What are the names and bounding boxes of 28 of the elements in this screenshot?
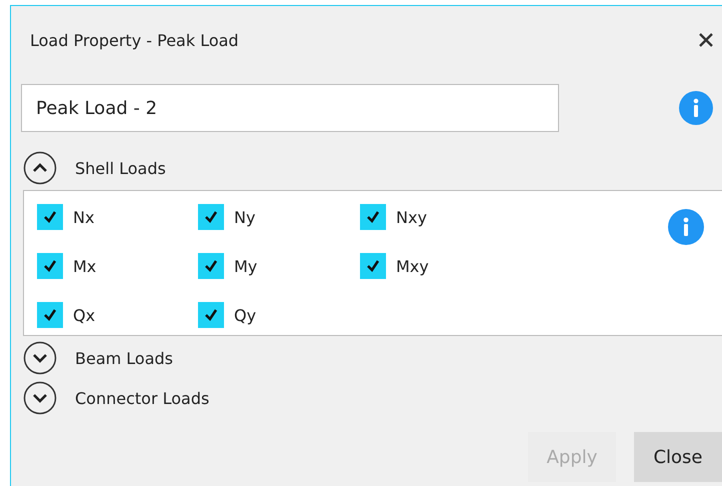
checkbox[interactable] [198, 253, 224, 279]
name-field[interactable]: Peak Load - 2 [21, 84, 559, 132]
section-label: Connector Loads [75, 388, 210, 408]
checkbox[interactable] [37, 204, 63, 230]
info-icon[interactable] [679, 91, 713, 125]
section-label: Beam Loads [75, 348, 174, 368]
section-label: Shell Loads [75, 158, 166, 178]
checkbox-label: Nx [73, 208, 94, 226]
checkbox[interactable] [198, 302, 224, 328]
checkbox-label: Ny [234, 208, 256, 226]
checkbox[interactable] [198, 204, 224, 230]
checkbox-label: Mx [73, 256, 96, 276]
checkbox[interactable] [37, 253, 63, 279]
checkbox[interactable] [37, 302, 63, 328]
dialog-button[interactable]: Close [634, 432, 722, 482]
close-icon[interactable] [698, 32, 714, 48]
expand-icon[interactable] [23, 381, 57, 415]
checkbox[interactable] [360, 253, 386, 279]
checkbox-label: My [234, 256, 258, 276]
info-icon[interactable] [668, 209, 704, 245]
window-title: Load Property - Peak Load [30, 30, 239, 50]
expand-icon[interactable] [23, 341, 57, 375]
checkbox-label: Nxy [396, 208, 427, 226]
collapse-icon[interactable] [23, 151, 57, 185]
checkbox-label: Mxy [396, 256, 429, 276]
checkbox-label: Qx [73, 306, 96, 324]
checkbox-label: Qy [234, 306, 256, 324]
checkbox[interactable] [360, 204, 386, 230]
